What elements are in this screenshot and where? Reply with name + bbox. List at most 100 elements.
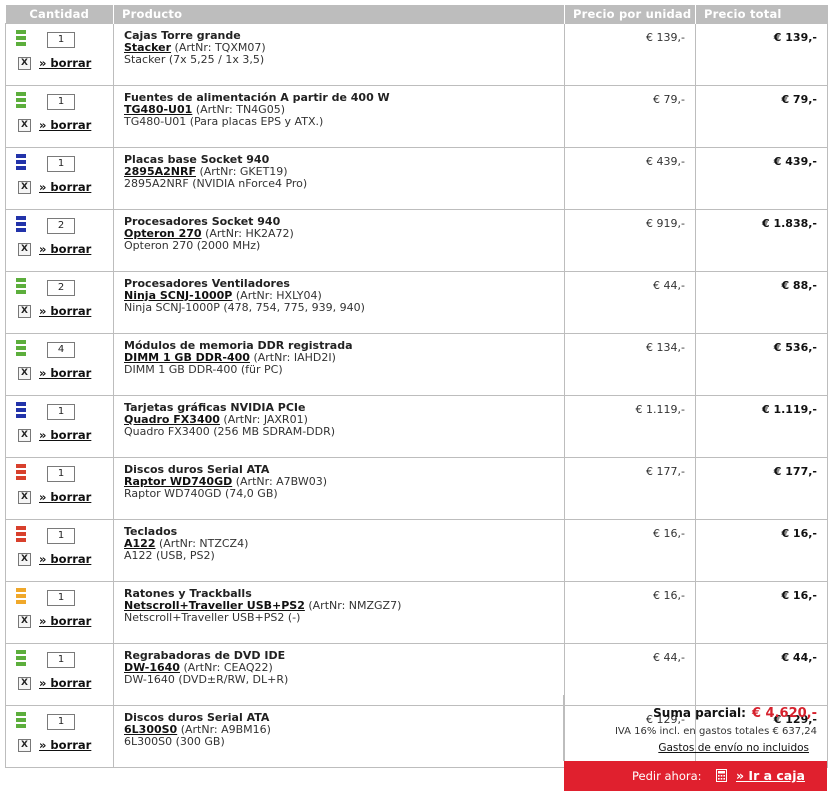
total-price-cell: € 16,- [695,581,828,644]
availability-icon [16,154,26,170]
quantity-input[interactable] [47,280,75,296]
delete-link[interactable]: » borrar [39,304,91,318]
delete-checkbox[interactable]: X [18,305,31,318]
product-cell: Discos duros Serial ATA 6L300S0 (ArtNr: … [113,705,565,768]
quantity-cell: X » borrar [5,85,114,148]
delete-link[interactable]: » borrar [39,490,91,504]
cart-table: Cantidad Producto Precio por unidad Prec… [5,5,828,768]
total-price-cell: € 16,- [695,519,828,582]
delete-checkbox[interactable]: X [18,491,31,504]
cart-row: X » borrar Tarjetas gráficas NVIDIA PCIe… [5,395,828,458]
product-description: 6L300S0 (300 GB) [124,735,225,748]
delete-link[interactable]: » borrar [39,676,91,690]
cart-row: X » borrar Procesadores Ventiladores Nin… [5,271,828,334]
delete-checkbox[interactable]: X [18,367,31,380]
delete-link[interactable]: » borrar [39,56,91,70]
order-summary: Suma parcial: € 4.620,- IVA 16% incl. en … [563,695,828,761]
quantity-cell: X » borrar [5,333,114,396]
cart-row: X » borrar Módulos de memoria DDR regist… [5,333,828,396]
shipping-link[interactable]: Gastos de envío no incluidos [658,742,809,754]
quantity-cell: X » borrar [5,147,114,210]
product-description: TG480-U01 (Para placas EPS y ATX.) [124,115,324,128]
delete-link[interactable]: » borrar [39,242,91,256]
availability-icon [16,588,26,604]
delete-checkbox[interactable]: X [18,429,31,442]
quantity-input[interactable] [47,94,75,110]
quantity-cell: X » borrar [5,581,114,644]
product-description: 2895A2NRF (NVIDIA nForce4 Pro) [124,177,308,190]
order-now-label: Pedir ahora: [632,769,702,783]
delete-link[interactable]: » borrar [39,552,91,566]
delete-link[interactable]: » borrar [39,614,91,628]
vat-note: IVA 16% incl. en gastos totales € 637,24 [614,726,817,737]
availability-icon [16,278,26,294]
product-description: DIMM 1 GB DDR-400 (für PC) [124,363,283,376]
total-price-cell: € 139,- [695,23,828,86]
calculator-icon [716,769,727,782]
quantity-input[interactable] [47,590,75,606]
cart-row: X » borrar Cajas Torre grande Stacker (A… [5,23,828,86]
delete-checkbox[interactable]: X [18,57,31,70]
product-cell: Placas base Socket 940 2895A2NRF (ArtNr:… [113,147,565,210]
quantity-input[interactable] [47,714,75,730]
total-price-cell: € 177,- [695,457,828,520]
quantity-input[interactable] [47,218,75,234]
product-cell: Discos duros Serial ATA Raptor WD740GD (… [113,457,565,520]
availability-icon [16,30,26,46]
unit-price-cell: € 16,- [564,519,696,582]
delete-checkbox[interactable]: X [18,181,31,194]
delete-link[interactable]: » borrar [39,180,91,194]
product-cell: Procesadores Socket 940 Opteron 270 (Art… [113,209,565,272]
product-description: Stacker (7x 5,25 / 1x 3,5) [124,53,265,66]
product-cell: Procesadores Ventiladores Ninja SCNJ-100… [113,271,565,334]
quantity-cell: X » borrar [5,705,114,768]
quantity-input[interactable] [47,652,75,668]
subtotal-line: Suma parcial: € 4.620,- [653,706,817,721]
header-product: Producto [113,5,565,24]
quantity-input[interactable] [47,156,75,172]
quantity-cell: X » borrar [5,395,114,458]
quantity-input[interactable] [47,528,75,544]
quantity-cell: X » borrar [5,23,114,86]
product-description: Netscroll+Traveller USB+PS2 (-) [124,611,301,624]
header-quantity: Cantidad [5,5,114,24]
go-to-checkout-link[interactable]: » Ir a caja [736,768,805,783]
cart-row: X » borrar Fuentes de alimentación A par… [5,85,828,148]
unit-price-cell: € 919,- [564,209,696,272]
delete-checkbox[interactable]: X [18,119,31,132]
delete-link[interactable]: » borrar [39,118,91,132]
delete-checkbox[interactable]: X [18,739,31,752]
product-cell: Regrabadoras de DVD IDE DW-1640 (ArtNr: … [113,643,565,706]
total-price-cell: € 439,- [695,147,828,210]
quantity-input[interactable] [47,404,75,420]
quantity-input[interactable] [47,32,75,48]
delete-checkbox[interactable]: X [18,615,31,628]
unit-price-cell: € 139,- [564,23,696,86]
cart-row: X » borrar Procesadores Socket 940 Opter… [5,209,828,272]
product-description: DW-1640 (DVD±R/RW, DL+R) [124,673,289,686]
total-price-cell: € 1.838,- [695,209,828,272]
availability-icon [16,526,26,542]
product-cell: Módulos de memoria DDR registrada DIMM 1… [113,333,565,396]
delete-checkbox[interactable]: X [18,677,31,690]
product-cell: Ratones y Trackballs Netscroll+Traveller… [113,581,565,644]
cart-row: X » borrar Discos duros Serial ATA Rapto… [5,457,828,520]
total-price-cell: € 1.119,- [695,395,828,458]
total-price-cell: € 536,- [695,333,828,396]
quantity-input[interactable] [47,466,75,482]
header-total-price: Precio total [695,5,828,24]
delete-checkbox[interactable]: X [18,553,31,566]
quantity-cell: X » borrar [5,271,114,334]
delete-link[interactable]: » borrar [39,366,91,380]
availability-icon [16,402,26,418]
product-description: Ninja SCNJ-1000P (478, 754, 775, 939, 94… [124,301,365,314]
subtotal-value: € 4.620,- [751,706,817,721]
checkout-bar: Pedir ahora: » Ir a caja [564,761,827,791]
delete-checkbox[interactable]: X [18,243,31,256]
delete-link[interactable]: » borrar [39,428,91,442]
availability-icon [16,216,26,232]
quantity-cell: X » borrar [5,643,114,706]
delete-link[interactable]: » borrar [39,738,91,752]
quantity-input[interactable] [47,342,75,358]
product-description: Quadro FX3400 (256 MB SDRAM-DDR) [124,425,336,438]
